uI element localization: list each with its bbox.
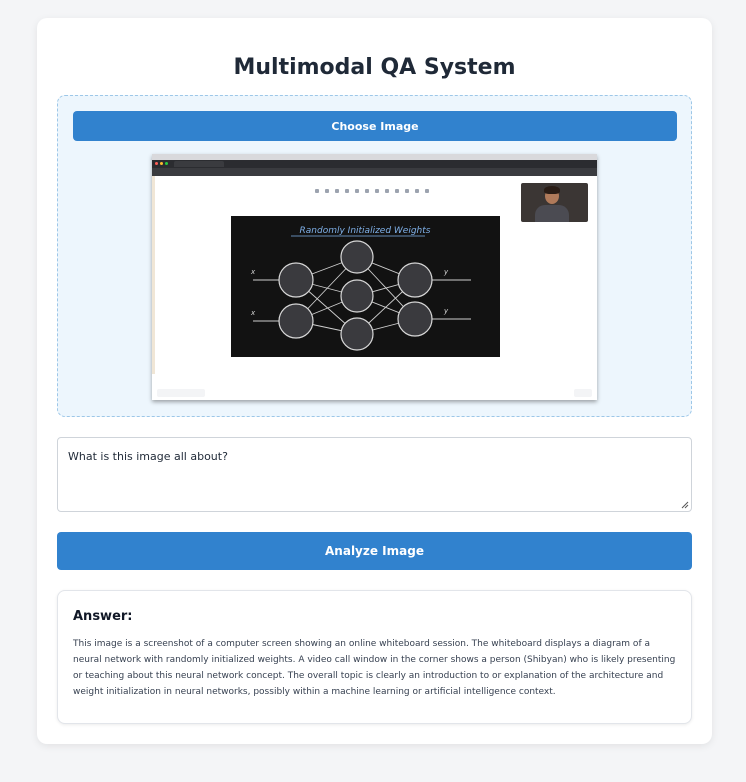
browser-address-bar	[152, 168, 597, 176]
zoom-controls	[157, 389, 205, 397]
svg-text:y: y	[443, 307, 449, 315]
neural-network-diagram: Randomly Initialized Weights x x y y	[231, 216, 500, 357]
browser-tab	[174, 161, 224, 167]
answer-panel: Answer: This image is a screenshot of a …	[57, 590, 692, 724]
minimize-dot-icon	[160, 162, 163, 165]
close-dot-icon	[155, 162, 158, 165]
neural-network-drawing: Randomly Initialized Weights xx yy	[250, 226, 471, 351]
svg-text:x: x	[250, 309, 256, 317]
answer-text: This image is a screenshot of a computer…	[73, 639, 676, 697]
help-controls	[574, 389, 592, 397]
main-card: Multimodal QA System Choose Image Random…	[37, 18, 712, 744]
svg-text:x: x	[250, 268, 256, 276]
question-text: What is this image all about?	[68, 450, 228, 463]
video-call-window	[521, 183, 588, 222]
upload-area[interactable]: Choose Image Randomly Initialized Weight…	[57, 95, 692, 417]
whiteboard-toolbar	[312, 180, 432, 193]
maximize-dot-icon	[165, 162, 168, 165]
whiteboard-sidebar	[152, 176, 155, 374]
image-preview: Randomly Initialized Weights x x y y	[152, 154, 597, 400]
page-title: Multimodal QA System	[233, 55, 516, 80]
board-title: Randomly Initialized Weights	[300, 226, 431, 236]
analyze-image-button[interactable]: Analyze Image	[57, 532, 692, 570]
choose-image-button[interactable]: Choose Image	[73, 111, 677, 141]
resize-grip-icon[interactable]	[681, 501, 689, 509]
svg-text:y: y	[443, 268, 449, 276]
question-input[interactable]: What is this image all about?	[57, 437, 692, 512]
answer-heading: Answer:	[73, 609, 133, 624]
